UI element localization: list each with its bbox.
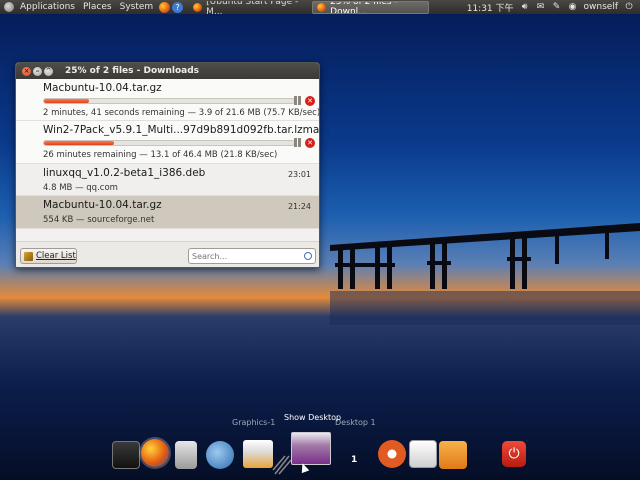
- progress-fill: [44, 141, 114, 145]
- downloads-list: Macbuntu-10.04.tar.gz ✕ 2 minutes, 41 se…: [16, 79, 319, 229]
- download-item[interactable]: linuxqq_v1.0.2-beta1_i386.deb 23:01 4.8 …: [16, 164, 319, 196]
- download-time: 23:01: [287, 170, 311, 179]
- volume-icon[interactable]: 🔊︎: [520, 2, 530, 12]
- firefox-launcher-icon[interactable]: [159, 1, 171, 13]
- search-box[interactable]: [188, 248, 316, 264]
- shutdown-icon[interactable]: ⏻: [502, 441, 526, 467]
- download-time: 21:24: [287, 202, 311, 211]
- clear-list-label: Clear List: [36, 251, 76, 261]
- pause-icon[interactable]: [293, 96, 302, 105]
- download-filename: Win2-7Pack_v5.9.1_Multi...97d9b891d092fb…: [43, 124, 320, 136]
- cleaner-icon[interactable]: [243, 440, 273, 468]
- ubuntu-logo-icon[interactable]: [4, 2, 14, 12]
- workspace-grid-icon[interactable]: [272, 454, 292, 476]
- firefox-dock-icon[interactable]: [141, 439, 169, 467]
- download-detail: 2 minutes, 41 seconds remaining — 3.9 of…: [43, 108, 320, 118]
- download-item[interactable]: Macbuntu-10.04.tar.gz ✕ 2 minutes, 41 se…: [16, 79, 319, 121]
- menu-places[interactable]: Places: [79, 2, 116, 12]
- download-detail: 26 minutes remaining — 13.1 of 46.4 MB (…: [43, 150, 278, 160]
- cancel-icon[interactable]: ✕: [305, 138, 315, 148]
- download-detail: 4.8 MB — qq.com: [43, 183, 118, 193]
- download-filename: Macbuntu-10.04.tar.gz: [43, 199, 162, 211]
- search-icon[interactable]: [304, 252, 312, 260]
- menu-system[interactable]: System: [116, 2, 158, 12]
- pier-silhouette: [330, 223, 640, 325]
- window-title: 25% of 2 files - Downloads: [65, 66, 200, 76]
- workspace-number: 1: [351, 455, 358, 465]
- download-progress-bar: [43, 98, 295, 104]
- top-panel: Applications Places System ? [Ubuntu Sta…: [0, 0, 640, 14]
- mail-icon[interactable]: ✉: [536, 2, 546, 12]
- power-icon[interactable]: ⏻: [624, 2, 634, 12]
- pause-icon[interactable]: [293, 138, 302, 147]
- maximize-icon[interactable]: ^: [44, 66, 53, 76]
- window-titlebar[interactable]: × – ^ 25% of 2 files - Downloads: [16, 63, 319, 79]
- user-icon[interactable]: ◉: [568, 2, 578, 12]
- help-icon[interactable]: ?: [172, 1, 184, 13]
- download-filename: Macbuntu-10.04.tar.gz: [43, 82, 162, 94]
- firefox-icon: [317, 2, 327, 12]
- broom-icon: [24, 251, 33, 261]
- close-icon[interactable]: ×: [22, 66, 31, 76]
- search-input[interactable]: [192, 251, 300, 262]
- progress-fill: [44, 99, 89, 103]
- clock[interactable]: 11:31 下午: [467, 1, 514, 14]
- taskbar-item-downloads[interactable]: 25% of 2 files - Downl...: [312, 0, 430, 14]
- show-desktop-tooltip: Show Desktop: [284, 413, 342, 422]
- task-label: [Ubuntu Start Page - M...: [206, 0, 299, 14]
- cancel-icon[interactable]: ✕: [305, 96, 315, 106]
- firefox-icon: [193, 2, 203, 12]
- task-label: 25% of 2 files - Downl...: [330, 0, 398, 14]
- clear-list-button[interactable]: Clear List: [20, 248, 77, 264]
- minimize-icon[interactable]: –: [33, 66, 42, 76]
- window-bottombar: Clear List: [16, 241, 319, 267]
- pidgin-icon[interactable]: [206, 441, 234, 469]
- calculator-icon[interactable]: [175, 441, 197, 469]
- downloads-window: × – ^ 25% of 2 files - Downloads Macbunt…: [15, 62, 320, 268]
- workspace-label: Graphics-1: [232, 418, 276, 427]
- text-editor-icon[interactable]: [409, 440, 437, 468]
- download-item-selected[interactable]: Macbuntu-10.04.tar.gz 21:24 554 KB — sou…: [16, 196, 319, 229]
- system-tray: 11:31 下午 🔊︎ ✉ ✎ ◉ ownself ⏻: [467, 1, 640, 14]
- workspace-preview[interactable]: [291, 432, 331, 465]
- download-detail: 554 KB — sourceforge.net: [43, 215, 155, 225]
- menu-applications[interactable]: Applications: [16, 2, 79, 12]
- downloads-folder-icon[interactable]: [439, 441, 467, 469]
- ubuntu-icon[interactable]: [378, 440, 406, 468]
- terminal-icon[interactable]: [112, 441, 140, 469]
- download-item[interactable]: Win2-7Pack_v5.9.1_Multi...97d9b891d092fb…: [16, 121, 319, 164]
- taskbar-item-ubuntu-start[interactable]: [Ubuntu Start Page - M...: [189, 1, 309, 14]
- download-filename: linuxqq_v1.0.2-beta1_i386.deb: [43, 167, 206, 179]
- download-progress-bar: [43, 140, 295, 146]
- chat-icon[interactable]: ✎: [552, 2, 562, 12]
- username[interactable]: ownself: [584, 2, 618, 12]
